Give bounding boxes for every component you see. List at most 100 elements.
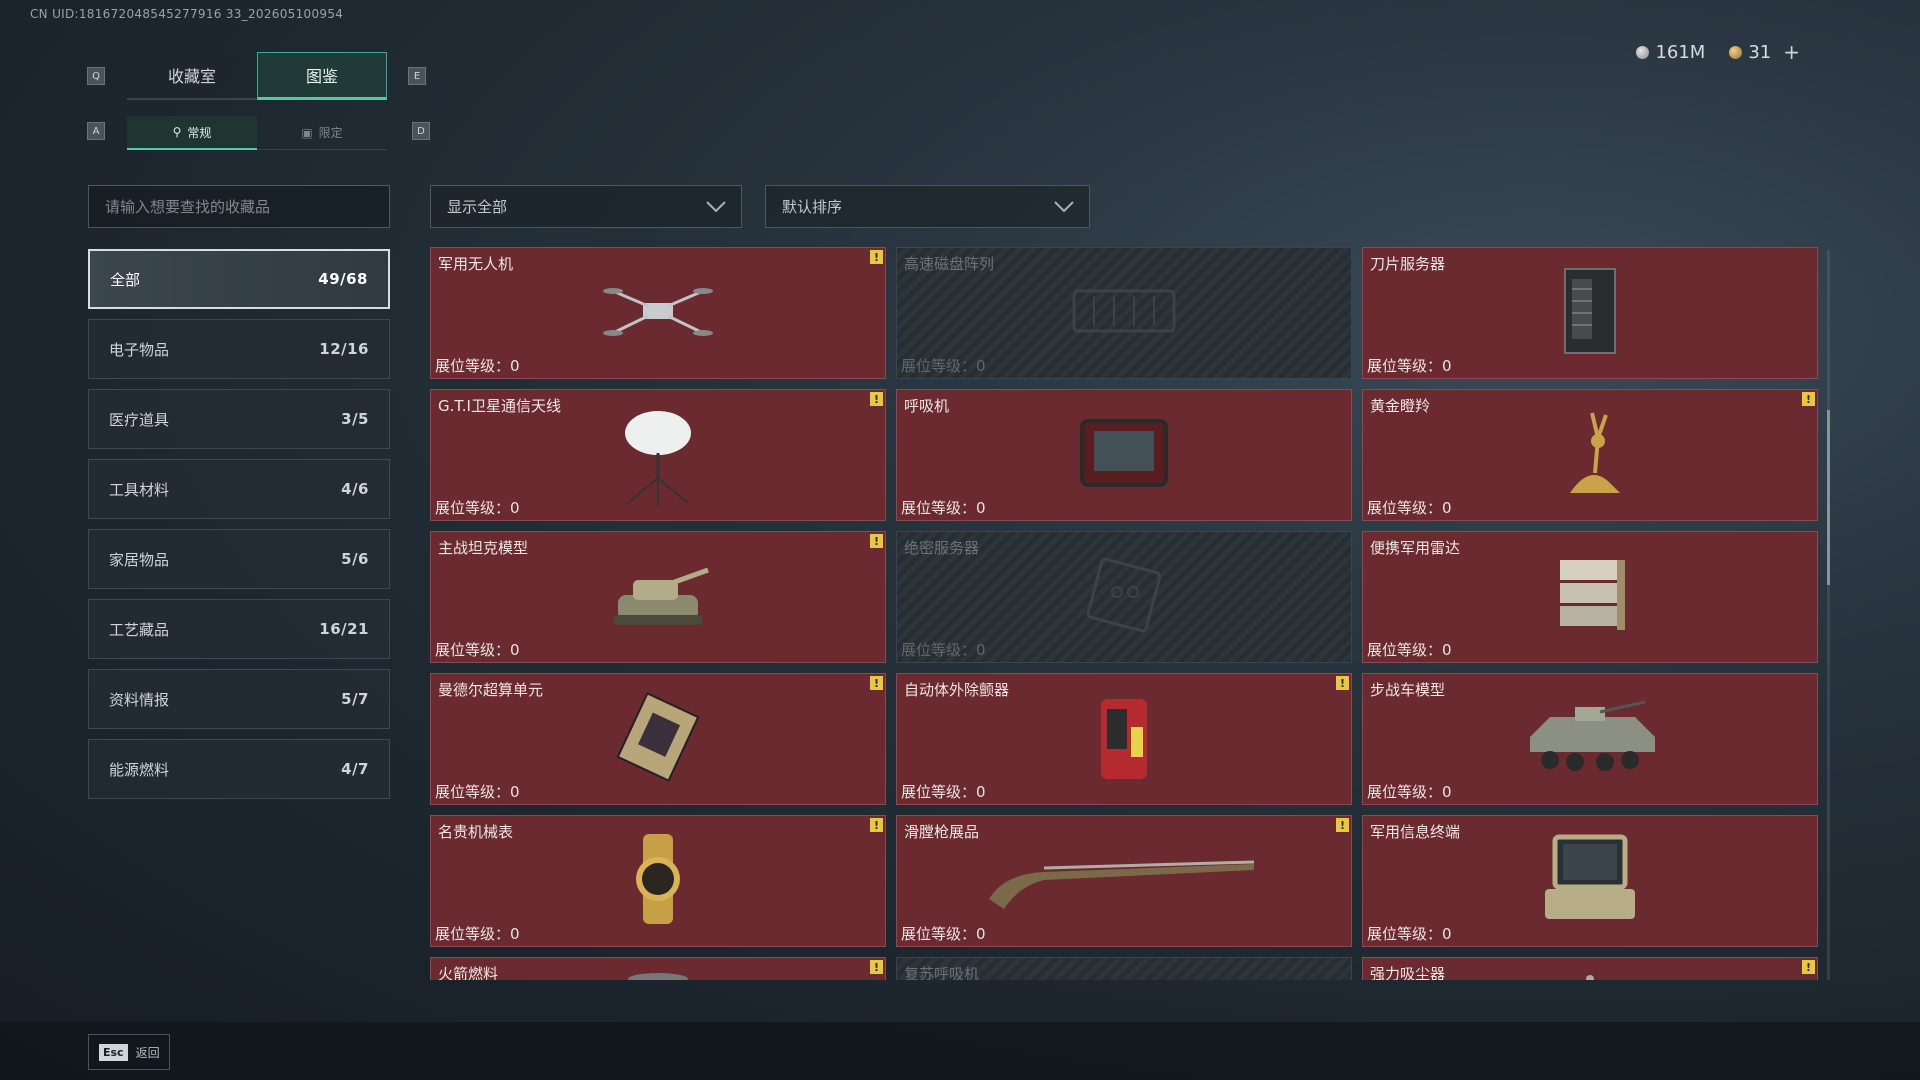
item-name: 军用信息终端 (1370, 823, 1461, 841)
alert-badge-icon: ! (1802, 960, 1815, 974)
rocket-fuel-icon (618, 965, 698, 980)
sort-dropdown[interactable]: 默认排序 (765, 185, 1090, 228)
collection-card[interactable]: 刀片服务器展位等级：0 (1362, 247, 1818, 379)
alert-badge-icon: ! (1336, 818, 1349, 832)
currency-bar: 161M 31 + (1636, 40, 1800, 64)
item-name: 绝密服务器 (904, 539, 980, 557)
ifv-model-icon (1515, 692, 1665, 786)
collection-card[interactable]: G.T.I卫星通信天线 展位等级：0! (430, 389, 886, 521)
category-item[interactable]: 能源燃料 4/7 (88, 739, 390, 799)
ventilator-icon (1074, 413, 1174, 497)
collection-card[interactable]: 军用信息终端 展位等级：0 (1362, 815, 1818, 947)
booth-level: 展位等级：0 (435, 357, 520, 375)
booth-level: 展位等级：0 (1367, 357, 1452, 375)
sub-tabs: ⚲ 常规 ▣ 限定 (127, 116, 387, 150)
category-count: 49/68 (318, 270, 368, 288)
tab-catalog[interactable]: 图鉴 (257, 52, 387, 100)
player-uid: CN UID:181672048545277916 33_20260510095… (30, 7, 344, 21)
category-label: 电子物品 (109, 340, 170, 359)
golden-gazelle-icon (1540, 403, 1640, 507)
category-label: 工艺藏品 (109, 620, 170, 639)
item-name: 复苏呼吸机 (904, 965, 980, 980)
collection-card[interactable]: 自动体外除颤器 展位等级：0! (896, 673, 1352, 805)
booth-level: 展位等级：0 (1367, 499, 1452, 517)
collection-card[interactable]: 高速磁盘阵列 展位等级：0 (896, 247, 1352, 379)
secret-server-icon (1079, 550, 1169, 644)
item-name: 便携军用雷达 (1370, 539, 1461, 557)
main-tabs: 收藏室 图鉴 (127, 52, 387, 100)
collection-card[interactable]: 步战车模型 展位等级：0 (1362, 673, 1818, 805)
category-count: 12/16 (319, 340, 369, 358)
category-label: 能源燃料 (109, 760, 170, 779)
booth-level: 展位等级：0 (901, 357, 986, 375)
collection-card[interactable]: 强力吸尘器! (1362, 957, 1818, 980)
item-name: 刀片服务器 (1370, 255, 1446, 273)
category-count: 3/5 (341, 410, 369, 428)
collection-card[interactable]: 火箭燃料! (430, 957, 886, 980)
sort-label: 默认排序 (782, 198, 843, 216)
scrollbar-thumb[interactable] (1827, 410, 1830, 585)
esc-key: Esc (99, 1043, 128, 1061)
collection-card[interactable]: 主战坦克模型 展位等级：0! (430, 531, 886, 663)
item-name: 黄金瞪羚 (1370, 397, 1431, 415)
alert-badge-icon: ! (870, 960, 883, 974)
bottom-bar (0, 1022, 1920, 1080)
category-label: 医疗道具 (109, 410, 170, 429)
alert-badge-icon: ! (870, 676, 883, 690)
booth-level: 展位等级：0 (901, 499, 986, 517)
tab-regular-label: 常规 (187, 125, 212, 140)
collection-card[interactable]: 复苏呼吸机 (896, 957, 1352, 980)
booth-level: 展位等级：0 (901, 641, 986, 659)
booth-level: 展位等级：0 (901, 783, 986, 801)
category-count: 16/21 (319, 620, 369, 638)
collection-card[interactable]: 绝密服务器展位等级：0 (896, 531, 1352, 663)
item-name: 名贵机械表 (438, 823, 514, 841)
chevron-down-icon (706, 200, 726, 212)
category-item[interactable]: 电子物品 12/16 (88, 319, 390, 379)
category-item[interactable]: 资料情报 5/7 (88, 669, 390, 729)
gold-currency: 31 + (1729, 40, 1800, 64)
category-count: 5/7 (341, 690, 369, 708)
item-name: 强力吸尘器 (1370, 965, 1446, 980)
category-item[interactable]: 全部 49/68 (88, 249, 390, 309)
disk-array-icon (1064, 276, 1184, 350)
collection-card[interactable]: 名贵机械表 展位等级：0! (430, 815, 886, 947)
collection-card[interactable]: 滑膛枪展品 展位等级：0! (896, 815, 1352, 947)
silver-coin-icon (1636, 45, 1650, 59)
item-grid: 军用无人机 展位等级：0! 高速磁盘阵列 展位等级：0 刀片服务器 展位等级：0 G.T.I… (430, 247, 1820, 980)
filter-dropdown[interactable]: 显示全部 (430, 185, 742, 228)
gold-coin-icon (1729, 45, 1743, 59)
category-item[interactable]: 家居物品 5/6 (88, 529, 390, 589)
category-count: 4/6 (341, 480, 369, 498)
key-q-hint: Q (87, 67, 105, 85)
category-label: 资料情报 (109, 690, 170, 709)
tab-limited[interactable]: ▣ 限定 (257, 116, 387, 150)
regular-icon: ⚲ (172, 125, 182, 139)
category-label: 工具材料 (109, 480, 170, 499)
category-item[interactable]: 工具材料 4/6 (88, 459, 390, 519)
back-button[interactable]: Esc 返回 (88, 1034, 170, 1070)
tab-collection-room[interactable]: 收藏室 (127, 52, 257, 100)
collection-card[interactable]: 呼吸机 展位等级：0 (896, 389, 1352, 521)
collection-card[interactable]: 便携军用雷达 展位等级：0 (1362, 531, 1818, 663)
booth-level: 展位等级：0 (435, 783, 520, 801)
grid-scrollbar[interactable] (1827, 250, 1830, 980)
add-currency-button[interactable]: + (1783, 40, 1800, 64)
item-grid-viewport[interactable]: 军用无人机 展位等级：0! 高速磁盘阵列 展位等级：0 刀片服务器 展位等级：0 G.T.I… (430, 247, 1820, 980)
blade-server-icon (1550, 261, 1630, 365)
supercomputer-unit-icon (608, 687, 708, 791)
tank-model-icon (603, 550, 713, 644)
collection-card[interactable]: 军用无人机 展位等级：0! (430, 247, 886, 379)
category-count: 5/6 (341, 550, 369, 568)
category-item[interactable]: 医疗道具 3/5 (88, 389, 390, 449)
category-item[interactable]: 工艺藏品 16/21 (88, 599, 390, 659)
alert-badge-icon: ! (1802, 392, 1815, 406)
collection-card[interactable]: 曼德尔超算单元 展位等级：0! (430, 673, 886, 805)
search-input[interactable]: 请输入想要查找的收藏品 (88, 185, 390, 228)
resuscitator-icon (1084, 965, 1164, 980)
musket-icon (984, 844, 1264, 918)
tab-regular[interactable]: ⚲ 常规 (127, 116, 257, 150)
limited-icon: ▣ (301, 125, 313, 140)
alert-badge-icon: ! (1336, 676, 1349, 690)
collection-card[interactable]: 黄金瞪羚展位等级：0! (1362, 389, 1818, 521)
